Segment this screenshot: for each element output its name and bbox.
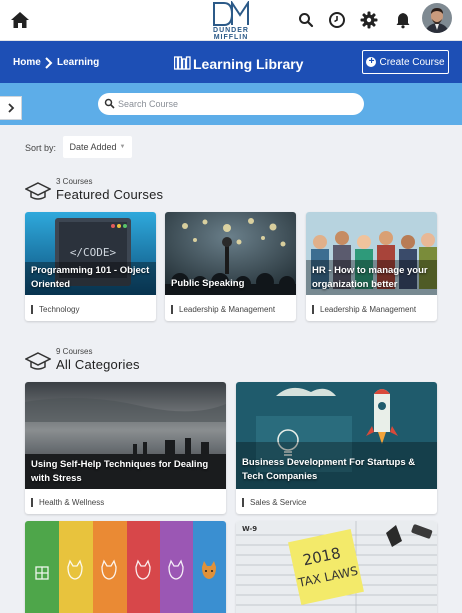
search-course-box[interactable] [98,93,364,115]
course-category: Health & Wellness [31,498,104,507]
home-icon[interactable] [10,10,30,30]
course-title: Public Speaking [171,278,245,289]
logo-line-1: DUNDER [213,27,249,34]
breadcrumb-home[interactable]: Home [13,57,41,68]
course-title: Programming 101 - Object Oriented [31,265,150,290]
course-category: Leadership & Management [312,305,416,314]
page-title: Learning Library [193,56,304,72]
course-card[interactable]: Using Self-Help Techniques for Dealing w… [25,382,226,514]
graduation-cap-icon [24,350,52,372]
all-title: All Categories [56,357,140,372]
chevron-right-icon [7,103,14,113]
logo-text: DUNDER MIFFLIN [205,27,257,41]
course-category: Sales & Service [242,498,306,507]
course-card[interactable]: W-9 2018 TAX LAWS [236,521,437,613]
library-icon [173,56,191,70]
sort-dropdown[interactable]: Date Added ▼ [63,136,132,158]
all-count: 9 Courses [56,347,93,356]
top-bar: DUNDER MIFFLIN [0,0,462,41]
graduation-cap-icon [24,180,52,202]
course-card[interactable]: Public Speaking Leadership & Management [165,212,296,321]
featured-title: Featured Courses [56,187,164,202]
sort-value: Date Added [69,142,117,152]
course-thumbnail: W-9 2018 TAX LAWS [236,521,437,613]
sort-label: Sort by: [25,143,57,153]
search-icon[interactable] [297,11,315,29]
course-category: Technology [31,305,79,314]
course-card[interactable]: </CODE> Programming 101 - Object Oriente… [25,212,156,321]
course-title: HR - How to manage your organization bet… [312,265,428,290]
gear-icon[interactable] [360,11,378,29]
code-text: </CODE> [70,246,117,259]
create-course-button[interactable]: + Create Course [362,50,449,74]
course-card[interactable] [25,521,226,613]
chevron-right-icon [44,56,54,69]
user-avatar[interactable] [422,3,452,33]
course-card[interactable]: HR - How to manage your organization bet… [306,212,437,321]
sidebar-toggle-button[interactable] [0,96,22,120]
search-icon [104,98,115,109]
breadcrumb-learning[interactable]: Learning [57,57,99,68]
course-category: Leadership & Management [171,305,275,314]
learning-header: Home Learning Learning Library + Create … [0,41,462,83]
featured-count: 3 Courses [56,177,93,186]
chevron-down-icon: ▼ [119,144,126,150]
create-course-label: Create Course [379,56,445,68]
bell-icon[interactable] [394,11,412,29]
course-card[interactable]: Business Development For Startups & Tech… [236,382,437,514]
plus-icon: + [366,57,377,67]
course-title: Business Development For Startups & Tech… [242,457,416,482]
search-course-input[interactable] [118,96,348,112]
logo-line-2: MIFFLIN [213,34,249,41]
clock-icon[interactable] [328,11,346,29]
course-thumbnail [25,521,226,613]
course-title: Using Self-Help Techniques for Dealing w… [31,459,209,484]
svg-text:W-9: W-9 [242,525,257,533]
